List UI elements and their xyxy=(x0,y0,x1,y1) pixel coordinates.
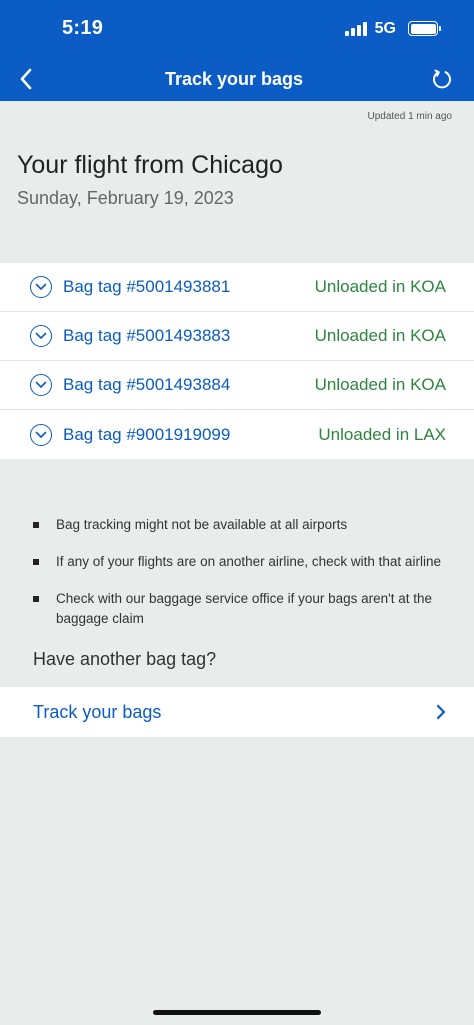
list-item: If any of your flights are on another ai… xyxy=(33,552,444,572)
bag-status: Unloaded in KOA xyxy=(314,277,446,296)
flight-header: Your flight from Chicago Sunday, Februar… xyxy=(0,129,474,263)
status-time: 5:19 xyxy=(62,17,104,39)
bag-tag-label: Bag tag #5001493884 xyxy=(63,375,231,394)
note-text: If any of your flights are on another ai… xyxy=(56,554,441,569)
list-item: Bag tracking might not be available at a… xyxy=(33,515,444,535)
refresh-icon xyxy=(433,69,451,89)
signal-bars-icon xyxy=(344,21,367,36)
chevron-down-circle-icon xyxy=(30,374,52,396)
bullet-icon xyxy=(33,522,39,528)
back-button[interactable] xyxy=(14,67,38,91)
chevron-down-circle-icon xyxy=(30,276,52,298)
notes-list: Bag tracking might not be available at a… xyxy=(33,515,444,629)
network-type: 5G xyxy=(374,19,396,37)
bag-tag-label: Bag tag #5001493883 xyxy=(63,326,231,345)
track-your-bags-link[interactable]: Track your bags xyxy=(0,687,474,737)
bag-status: Unloaded in KOA xyxy=(314,375,446,394)
bag-tag-label: Bag tag #9001919099 xyxy=(63,424,231,444)
status-icons: 5G xyxy=(344,19,441,38)
bullet-icon xyxy=(33,596,39,602)
bag-row[interactable]: Bag tag #5001493881 Unloaded in KOA xyxy=(0,263,474,312)
bag-row[interactable]: Bag tag #5001493884 Unloaded in KOA xyxy=(0,361,474,410)
refresh-button[interactable] xyxy=(430,67,454,91)
bag-status: Unloaded in LAX xyxy=(318,424,446,444)
chevron-down-circle-icon xyxy=(30,423,52,446)
status-bar: 5:19 5G xyxy=(0,0,474,57)
bag-status: Unloaded in KOA xyxy=(314,326,446,345)
battery-icon xyxy=(408,21,441,36)
bag-row[interactable]: Bag tag #9001919099 Unloaded in LAX xyxy=(0,410,474,459)
bag-list: Bag tag #5001493881 Unloaded in KOA Bag … xyxy=(0,263,474,459)
note-text: Check with our baggage service office if… xyxy=(56,591,433,626)
another-bag-heading: Have another bag tag? xyxy=(33,649,217,669)
flight-date: Sunday, February 19, 2023 xyxy=(17,188,234,208)
track-your-bags-label: Track your bags xyxy=(33,701,162,722)
chevron-down-circle-icon xyxy=(30,325,52,347)
bag-row[interactable]: Bag tag #5001493883 Unloaded in KOA xyxy=(0,312,474,361)
updated-timestamp: Updated 1 min ago xyxy=(367,111,452,122)
chevron-left-icon xyxy=(20,68,32,90)
chevron-right-icon xyxy=(436,704,446,720)
bag-tag-label: Bag tag #5001493881 xyxy=(63,277,231,296)
bullet-icon xyxy=(33,559,39,565)
flight-title: Your flight from Chicago xyxy=(17,151,283,179)
home-indicator[interactable] xyxy=(153,1010,321,1015)
info-section: Bag tracking might not be available at a… xyxy=(0,459,474,687)
page-title: Track your bags xyxy=(164,68,304,89)
nav-bar: Track your bags xyxy=(0,57,474,101)
list-item: Check with our baggage service office if… xyxy=(33,589,444,629)
note-text: Bag tracking might not be available at a… xyxy=(56,517,348,532)
